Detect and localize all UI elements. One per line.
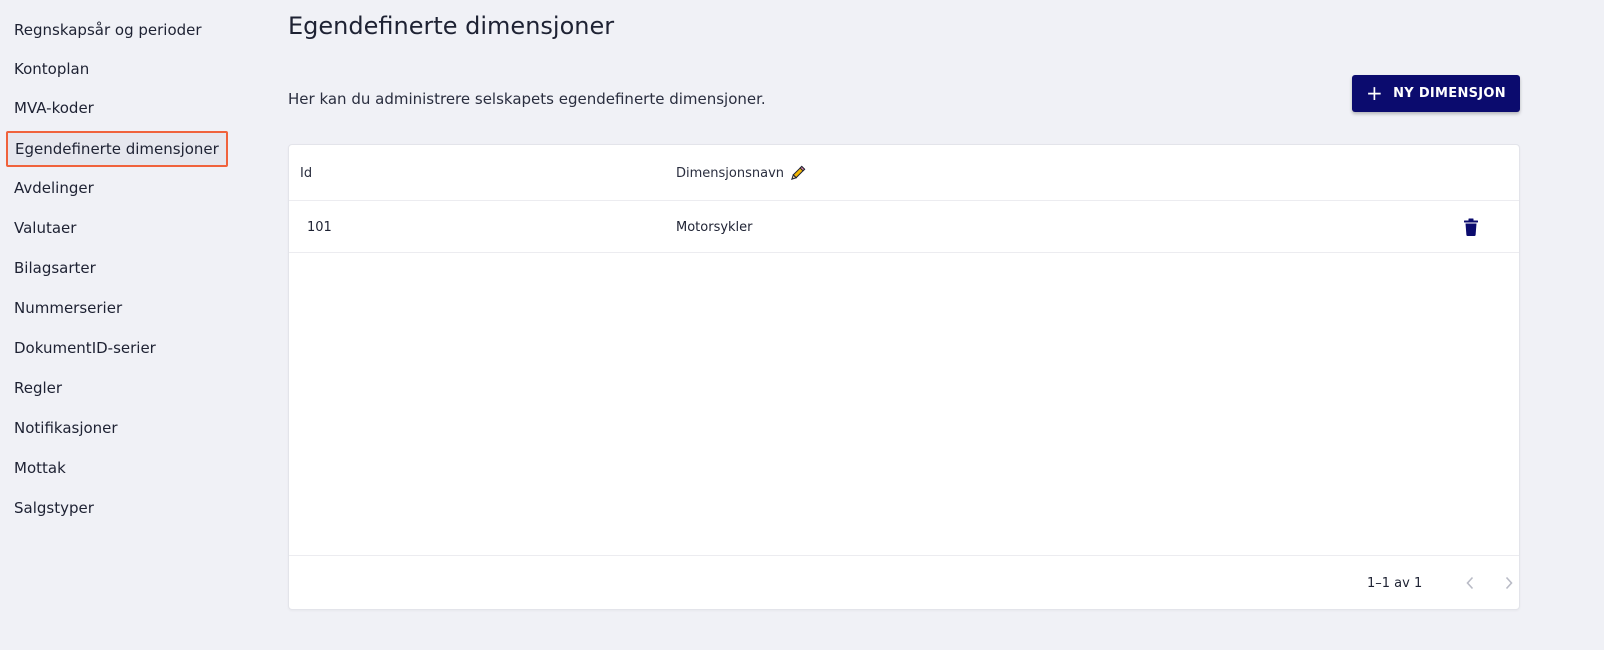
- dimensions-table: Id Dimensjonsnavn 101 Motorsykler 1–1 av…: [288, 144, 1520, 610]
- pagination-info: 1–1 av 1: [1367, 575, 1423, 591]
- sidebar-item-nummerserier[interactable]: Nummerserier: [6, 290, 130, 326]
- sidebar-item-bilagsarter[interactable]: Bilagsarter: [6, 250, 104, 286]
- column-header-dimensjonsnavn-label: Dimensjonsnavn: [676, 165, 785, 181]
- sidebar-item-mottak[interactable]: Mottak: [6, 450, 74, 486]
- chevron-right-icon[interactable]: [1495, 569, 1523, 597]
- sidebar-item-regnskapsar[interactable]: Regnskapsår og perioder: [6, 12, 210, 48]
- sidebar-item-avdelinger[interactable]: Avdelinger: [6, 170, 102, 206]
- trash-icon[interactable]: [1461, 217, 1481, 237]
- page-description: Her kan du administrere selskapets egend…: [288, 90, 766, 108]
- new-dimension-button[interactable]: + NY DIMENSJON: [1352, 75, 1520, 112]
- chevron-left-icon[interactable]: [1456, 569, 1484, 597]
- table-row[interactable]: 101 Motorsykler: [289, 201, 1519, 253]
- page-title: Egendefinerte dimensjoner: [288, 12, 615, 40]
- cell-dimensjonsnavn: Motorsykler: [676, 219, 753, 235]
- sidebar-item-dokumentid-serier[interactable]: DokumentID-serier: [6, 330, 164, 366]
- sidebar-item-kontoplan[interactable]: Kontoplan: [6, 51, 97, 87]
- sidebar-item-egendefinerte-dimensjoner[interactable]: Egendefinerte dimensjoner: [6, 131, 228, 167]
- pencil-icon: [789, 165, 806, 182]
- sidebar-item-mva-koder[interactable]: MVA-koder: [6, 90, 102, 126]
- cell-id: 101: [307, 219, 332, 235]
- sidebar-item-regler[interactable]: Regler: [6, 370, 70, 406]
- plus-icon: +: [1366, 80, 1384, 105]
- new-dimension-label: NY DIMENSJON: [1393, 86, 1506, 101]
- table-header: Id Dimensjonsnavn: [289, 145, 1519, 201]
- sidebar-item-valutaer[interactable]: Valutaer: [6, 210, 84, 246]
- sidebar-item-salgstyper[interactable]: Salgstyper: [6, 490, 102, 526]
- column-header-dimensjonsnavn[interactable]: Dimensjonsnavn: [676, 145, 806, 201]
- sidebar-item-notifikasjoner[interactable]: Notifikasjoner: [6, 410, 126, 446]
- column-header-id[interactable]: Id: [300, 145, 312, 201]
- settings-page: Regnskapsår og perioder Kontoplan MVA-ko…: [0, 0, 1604, 650]
- table-pagination: 1–1 av 1: [289, 555, 1519, 609]
